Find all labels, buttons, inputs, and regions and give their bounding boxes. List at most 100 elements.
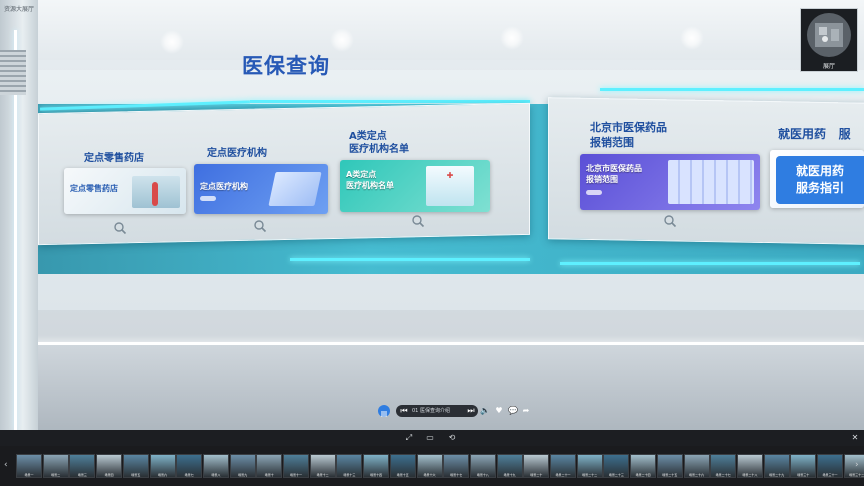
scene-thumbnail[interactable]: 场景七 xyxy=(176,454,203,478)
thumbnail-label: 场景二十六 xyxy=(688,473,704,477)
label-line: A类定点 xyxy=(349,131,387,142)
scene-thumbnail[interactable]: 场景十四 xyxy=(363,454,390,478)
exhibit-card-institution[interactable]: 定点医疗机构 xyxy=(194,164,328,214)
scene-thumbnail[interactable]: 场景三十一 xyxy=(817,454,843,478)
list-icon[interactable] xyxy=(378,405,390,417)
scene-thumbnail[interactable]: 场景二十 xyxy=(523,454,550,478)
thumbnail-label: 场景三十二 xyxy=(849,473,864,477)
scene-thumbnail[interactable]: 场景三十 xyxy=(790,454,817,478)
audio-bar[interactable]: ⏮ 01 医保查询介绍 ⏭ xyxy=(396,405,478,417)
scene-thumbnail[interactable]: 场景十三 xyxy=(336,454,363,478)
pharmacist-figure xyxy=(152,182,158,206)
scene-thumbnail[interactable]: 场景二十一 xyxy=(550,454,576,478)
label-line: 北京市医保药品 xyxy=(590,121,667,134)
audio-title: 01 医保查询介绍 xyxy=(412,408,450,414)
minimap-label: 展厅 xyxy=(822,63,835,70)
card-title-line: 报销范围 xyxy=(586,175,618,184)
ceiling-light xyxy=(680,26,704,50)
scene-thumbnail[interactable]: 场景一 xyxy=(16,454,42,478)
expand-icon[interactable]: ⤢ xyxy=(404,433,414,443)
red-cross-icon: ✚ xyxy=(446,171,454,180)
scene-thumbnail[interactable]: 场景十五 xyxy=(389,454,416,478)
audio-player: ⏮ 01 医保查询介绍 ⏭ 🔊 ♥ 💬 ➦ xyxy=(378,405,531,418)
floor-plan-icon xyxy=(807,13,851,57)
thumbnail-label: 场景二十四 xyxy=(635,473,651,477)
thumbnail-label: 场景二十三 xyxy=(608,473,624,477)
scene-thumbnail[interactable]: 场景九 xyxy=(229,454,256,478)
scene-thumbnail[interactable]: 场景二十七 xyxy=(710,454,737,478)
vr-icon[interactable]: ▭ xyxy=(425,433,435,443)
gyroscope-icon[interactable]: ⟲ xyxy=(447,433,457,443)
chevron-right-icon[interactable]: › xyxy=(855,460,859,470)
share-icon[interactable]: ➦ xyxy=(521,406,531,416)
card-title: 定点医疗机构 xyxy=(200,182,248,191)
scene-thumbnail[interactable]: 场景二十九 xyxy=(763,454,790,478)
exhibit-card-a-class[interactable]: A类定点 医疗机构名单 ✚ xyxy=(340,160,490,212)
hall-title: 医保查询 xyxy=(242,54,330,78)
thumbnail-label: 场景十三 xyxy=(343,473,356,477)
scene-thumbnail[interactable]: 场景四 xyxy=(96,454,123,478)
scene-thumbnail[interactable]: 场景三十二 xyxy=(843,454,864,478)
card-title: 定点零售药店 xyxy=(70,184,118,193)
scene-thumbnail[interactable]: 场景十六 xyxy=(416,454,443,478)
scene-name-label: 资源大展厅 xyxy=(4,6,35,13)
scene-thumbnail[interactable]: 场景十 xyxy=(256,454,283,478)
scene-thumbnail[interactable]: 场景五 xyxy=(122,454,149,478)
card-pill xyxy=(200,196,216,201)
magnifier-icon[interactable] xyxy=(253,219,267,233)
wall-vent xyxy=(0,50,26,95)
panorama-viewport[interactable]: 医保查询 定点零售药店 定点零售药店 定点医疗机构 定点医疗机构 A类定点 医疗… xyxy=(0,0,864,430)
scene-thumbnail[interactable]: 场景十二 xyxy=(309,454,336,478)
thumbnail-label: 场景二十七 xyxy=(715,473,731,477)
scene-thumbnail[interactable]: 场景二十四 xyxy=(630,454,657,478)
exhibit-label-a-class: A类定点 医疗机构名单 xyxy=(349,130,409,156)
next-icon[interactable]: ⏭ xyxy=(466,406,476,416)
thumbnail-label: 场景十六 xyxy=(423,473,436,477)
institution-illustration xyxy=(268,172,322,206)
thumbnail-label: 场景十 xyxy=(264,473,274,477)
magnifier-icon[interactable] xyxy=(411,214,425,228)
scene-thumbnail[interactable]: 场景二十三 xyxy=(603,454,630,478)
thumbnail-label: 场景七 xyxy=(184,473,194,477)
scene-thumbnail[interactable]: 场景八 xyxy=(202,454,229,478)
scene-thumbnail[interactable]: 场景十一 xyxy=(283,454,309,478)
chevron-left-icon[interactable]: ‹ xyxy=(4,460,8,470)
scene-thumbnail[interactable]: 场景三 xyxy=(69,454,96,478)
magnifier-icon[interactable] xyxy=(663,214,677,228)
thumbnail-label: 场景二 xyxy=(51,473,61,477)
label-text-extra: 服 xyxy=(838,128,851,141)
thumbnail-label: 场景三十 xyxy=(797,473,810,477)
thumbnail-label: 场景十四 xyxy=(370,473,383,477)
card-title-line: 服务指引 xyxy=(796,181,845,195)
scene-thumbnail[interactable]: 场景六 xyxy=(149,454,176,478)
magnifier-icon[interactable] xyxy=(113,221,127,235)
scene-thumbnail[interactable]: 场景二十五 xyxy=(656,454,683,478)
scene-thumbnail[interactable]: 场景二 xyxy=(42,454,69,478)
scene-thumbnail[interactable]: 场景二十八 xyxy=(736,454,763,478)
bottom-toolbar: ⤢ ▭ ⟲ ✕ xyxy=(0,430,864,446)
scene-thumbnail[interactable]: 场景十八 xyxy=(469,454,496,478)
label-text: 就医用药 xyxy=(778,128,827,141)
ceiling-light xyxy=(330,28,354,52)
neon-line xyxy=(600,88,864,91)
prev-icon[interactable]: ⏮ xyxy=(399,406,409,416)
thumbnail-label: 场景十九 xyxy=(503,473,516,477)
scene-thumbnail[interactable]: 场景二十六 xyxy=(683,454,710,478)
ceiling-light xyxy=(160,30,184,54)
close-icon[interactable]: ✕ xyxy=(850,433,860,443)
thumbnail-label: 场景二十九 xyxy=(769,473,785,477)
scene-thumbnail[interactable]: 场景二十二 xyxy=(576,454,603,478)
volume-icon[interactable]: 🔊 xyxy=(480,406,490,416)
thumbnail-label: 场景五 xyxy=(131,473,141,477)
card-pill xyxy=(586,190,602,195)
thumbnail-label: 场景二十一 xyxy=(555,473,571,477)
exhibit-card-pharmacy[interactable]: 定点零售药店 xyxy=(64,168,186,214)
scene-thumbnail[interactable]: 场景十七 xyxy=(443,454,470,478)
exhibit-label-guide: 就医用药 服 xyxy=(778,128,864,141)
exhibit-card-drugs[interactable]: 北京市医保药品 报销范围 xyxy=(580,154,760,210)
comment-icon[interactable]: 💬 xyxy=(508,406,518,416)
minimap[interactable]: 展厅 xyxy=(800,8,858,72)
exhibit-card-guide[interactable]: 就医用药 服务指引 xyxy=(770,150,864,208)
scene-thumbnail[interactable]: 场景十九 xyxy=(496,454,523,478)
heart-icon[interactable]: ♥ xyxy=(494,406,504,416)
